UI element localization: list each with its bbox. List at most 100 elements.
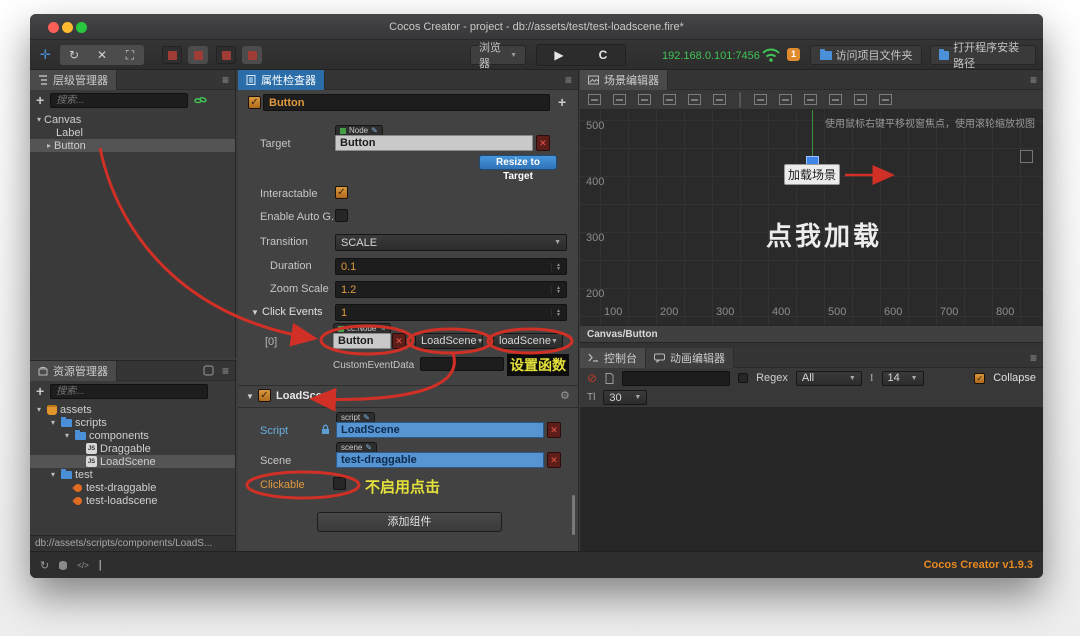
panel-menu-icon[interactable]: ≡ [222, 364, 229, 378]
stepper-icon[interactable]: ▲ ▼ [551, 262, 561, 271]
regex-checkbox[interactable] [738, 373, 749, 383]
tree-item-draggable[interactable]: JS Draggable [30, 442, 235, 455]
event-node-field[interactable]: Button [333, 333, 391, 349]
collapse-arrow-icon[interactable]: ▼ [251, 308, 259, 317]
tree-item-test[interactable]: ▾ test [30, 468, 235, 481]
collapse-checkbox[interactable]: ✓ [974, 372, 986, 384]
add-component-button[interactable]: 添加组件 [317, 512, 502, 532]
toggle-2-icon[interactable] [188, 46, 208, 64]
stepper-icon[interactable]: ▲ ▼ [551, 308, 561, 317]
align-left-icon[interactable] [588, 94, 601, 105]
line-count-dropdown[interactable]: 30 ▼ [603, 390, 648, 405]
toggle-4-icon[interactable] [242, 46, 262, 64]
enable-auto-checkbox[interactable] [335, 209, 348, 222]
tree-item-components[interactable]: ▾ components [30, 429, 235, 442]
node-active-checkbox[interactable]: ✓ [248, 96, 261, 109]
tree-node-button[interactable]: ▸ Button [30, 139, 235, 152]
search-input[interactable] [50, 92, 189, 108]
notification-badge[interactable]: 1 [787, 48, 800, 61]
log-file-icon[interactable] [605, 372, 614, 384]
tab-scene-editor[interactable]: 场景编辑器 [580, 69, 668, 90]
move-tool-icon[interactable]: ✛ [40, 47, 51, 63]
zoom-scale-field[interactable]: 1.2 ▲ ▼ [335, 281, 567, 298]
database-icon[interactable] [59, 560, 68, 570]
align-bottom-icon[interactable] [713, 94, 726, 105]
console-output[interactable] [580, 408, 1043, 551]
distribute-middle-icon[interactable] [779, 94, 793, 105]
node-name-field[interactable]: Button [263, 94, 550, 111]
create-node-button[interactable]: + [36, 92, 44, 108]
target-field[interactable]: Button [335, 135, 533, 151]
clear-target-button[interactable]: ✕ [536, 135, 550, 151]
inspector-scrollbar[interactable] [572, 495, 575, 535]
code-icon[interactable]: </> [77, 561, 89, 570]
panel-menu-icon[interactable]: ≡ [565, 73, 572, 87]
duration-field[interactable]: 0.1 ▲ ▼ [335, 258, 567, 275]
tab-inspector[interactable]: 属性检查器 [238, 69, 325, 90]
event-handler-dropdown[interactable]: loadScene ▼ [493, 333, 563, 349]
open-install-path-button[interactable]: 打开程序安装路径 [930, 42, 1036, 70]
tree-node-canvas[interactable]: ▾ Canvas [30, 113, 235, 126]
collapse-arrow-icon[interactable]: ▼ [246, 392, 254, 401]
scale-tool-icon[interactable]: ✕ [88, 45, 116, 65]
interactable-checkbox[interactable]: ✓ [335, 186, 348, 199]
tab-hierarchy[interactable]: 层级管理器 [30, 69, 117, 90]
scene-field[interactable]: test-draggable [336, 452, 544, 468]
align-top-icon[interactable] [663, 94, 676, 105]
expand-arrow-icon[interactable]: ▾ [34, 115, 44, 124]
script-field[interactable]: LoadScene [336, 422, 544, 438]
create-asset-button[interactable]: + [36, 383, 44, 399]
search-input[interactable] [50, 383, 209, 399]
panel-menu-icon[interactable]: ≡ [1030, 73, 1037, 87]
transition-dropdown[interactable]: SCALE ▼ [335, 234, 567, 251]
align-right-icon[interactable] [638, 94, 651, 105]
rotate-tool-icon[interactable]: ↻ [60, 45, 88, 65]
browser-select[interactable]: 浏览器 ▼ [470, 42, 526, 70]
tab-console[interactable]: 控制台 [580, 347, 646, 368]
distribute-bottom-icon[interactable] [804, 94, 818, 105]
gear-icon[interactable]: ⚙ [560, 389, 570, 402]
tab-assets[interactable]: 资源管理器 [30, 360, 117, 381]
clickable-checkbox[interactable] [333, 477, 346, 490]
stepper-icon[interactable]: ▲ ▼ [551, 285, 561, 294]
panel-menu-icon[interactable]: ≡ [222, 73, 229, 87]
gizmo-cube-icon[interactable] [1020, 150, 1033, 163]
tab-animation-editor[interactable]: 动画编辑器 [646, 347, 734, 368]
expand-arrow-icon[interactable]: ▾ [48, 418, 58, 427]
console-filter-input[interactable] [622, 370, 731, 386]
collapsed-arrow-icon[interactable]: ▸ [44, 141, 54, 150]
tree-node-label[interactable]: Label [30, 126, 235, 139]
link-icon[interactable] [194, 95, 207, 106]
panel-menu-icon[interactable]: ≡ [1030, 351, 1037, 365]
distribute-right-icon[interactable] [879, 94, 893, 105]
clear-script-button[interactable]: ✕ [547, 422, 561, 438]
custom-event-data-field[interactable] [420, 357, 504, 371]
click-events-count-field[interactable]: 1 ▲ ▼ [335, 304, 567, 321]
toggle-1-icon[interactable] [162, 46, 182, 64]
tree-item-assets[interactable]: ▾ assets [30, 403, 235, 416]
new-asset-icon[interactable] [203, 365, 214, 376]
align-middle-icon[interactable] [688, 94, 701, 105]
play-button[interactable]: ▶ [537, 45, 581, 65]
resize-to-target-button[interactable]: Resize to Target [479, 155, 557, 182]
font-size-dropdown[interactable]: 14 ▼ [881, 370, 924, 386]
expand-arrow-icon[interactable]: ▾ [48, 470, 58, 479]
event-component-dropdown[interactable]: LoadScene ▼ [415, 333, 484, 349]
distribute-left-icon[interactable] [829, 94, 843, 105]
loadscene-enabled-checkbox[interactable]: ✓ [258, 389, 271, 402]
toggle-3-icon[interactable] [216, 46, 236, 64]
add-property-button[interactable]: + [558, 94, 566, 110]
rect-tool-icon[interactable]: ⛶ [116, 45, 144, 65]
tree-item-test-loadscene[interactable]: test-loadscene [30, 494, 235, 507]
distribute-top-icon[interactable] [754, 94, 768, 105]
clear-console-icon[interactable]: ⊘ [587, 371, 597, 385]
tree-item-scripts[interactable]: ▾ scripts [30, 416, 235, 429]
scene-viewport[interactable]: 使用鼠标右键平移视窗焦点，使用滚轮缩放视图 500 400 300 200 10… [580, 110, 1043, 325]
tree-item-loadscene[interactable]: JS LoadScene [30, 455, 235, 468]
tree-item-test-draggable[interactable]: test-draggable [30, 481, 235, 494]
log-level-dropdown[interactable]: All ▼ [795, 370, 862, 386]
clear-scene-button[interactable]: ✕ [547, 452, 561, 468]
scene-label-node[interactable]: 点我加载 [766, 216, 882, 253]
expand-arrow-icon[interactable]: ▾ [62, 431, 72, 440]
distribute-center-icon[interactable] [854, 94, 868, 105]
